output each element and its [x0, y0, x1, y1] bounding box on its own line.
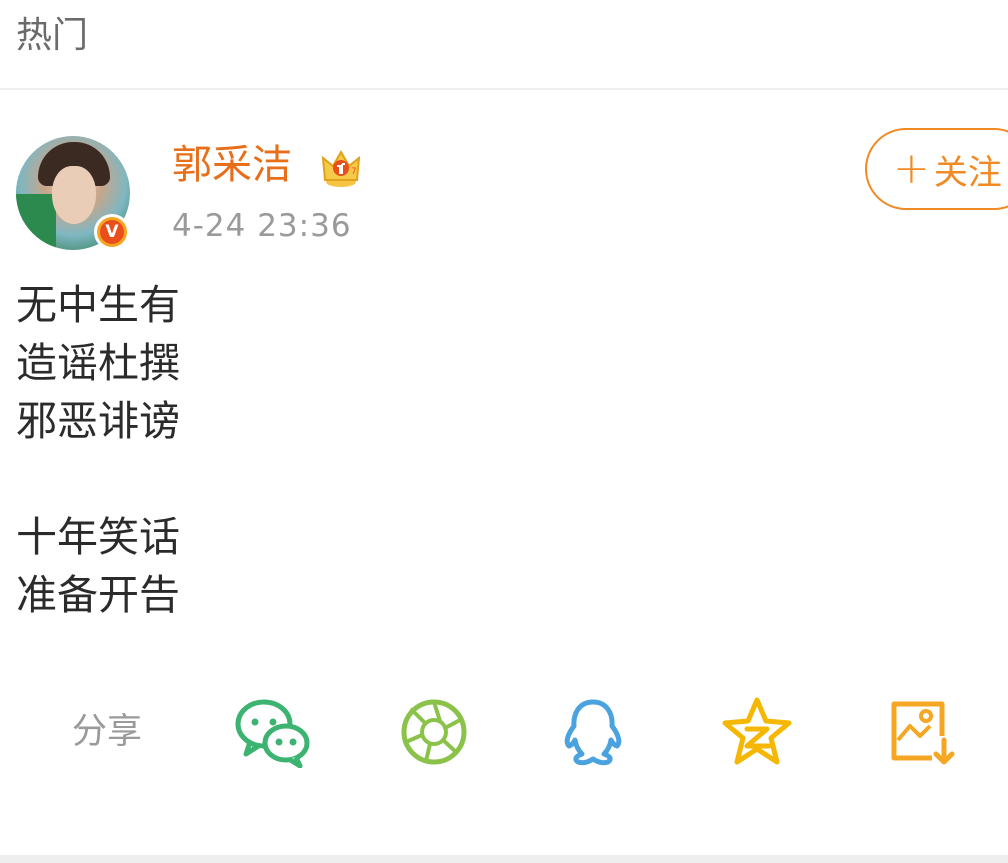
share-label: 分享 [72, 712, 143, 752]
save-image-button[interactable] [884, 696, 960, 768]
share-row: 分享 [0, 692, 1008, 782]
author-name[interactable]: 郭采洁 [172, 140, 292, 190]
post-timestamp: 4-24 23:36 [172, 208, 352, 244]
avatar-flowers [16, 194, 56, 250]
verified-badge-icon: V [94, 214, 130, 250]
qq-icon [564, 699, 622, 766]
post-body: 无中生有 造谣杜撰 邪恶诽谤 十年笑话 准备开告 [16, 276, 916, 624]
plus-icon: + [893, 143, 930, 194]
share-qq-button[interactable] [555, 696, 631, 768]
post-line-blank [16, 450, 916, 508]
post-line: 无中生有 [16, 281, 180, 329]
post-line: 邪恶诽谤 [16, 397, 180, 445]
avatar-face [52, 166, 96, 224]
share-qzone-button[interactable] [719, 696, 795, 768]
post-line: 十年笑话 [16, 513, 180, 561]
wechat-icon [235, 699, 310, 768]
bottom-divider [0, 855, 1008, 863]
follow-button[interactable]: + 关注 [865, 128, 1008, 210]
svg-text:7: 7 [351, 167, 357, 177]
crown-icon: 7 [321, 149, 361, 187]
section-title: 热门 [16, 15, 89, 56]
save-image-icon [891, 701, 955, 765]
section-header: 热门 [0, 0, 1008, 90]
post-line: 造谣杜撰 [16, 339, 180, 387]
follow-label: 关注 [933, 152, 1002, 193]
post-line: 准备开告 [16, 571, 180, 619]
post-card: V 郭采洁 7 4-24 23:36 + 关注 无中生有 造谣杜撰 邪恶诽谤 十… [0, 92, 1008, 859]
share-moments-button[interactable] [396, 696, 472, 768]
verified-mark: V [100, 220, 124, 244]
qzone-icon [722, 697, 792, 765]
moments-icon [401, 699, 467, 765]
share-wechat-button[interactable] [234, 696, 310, 768]
